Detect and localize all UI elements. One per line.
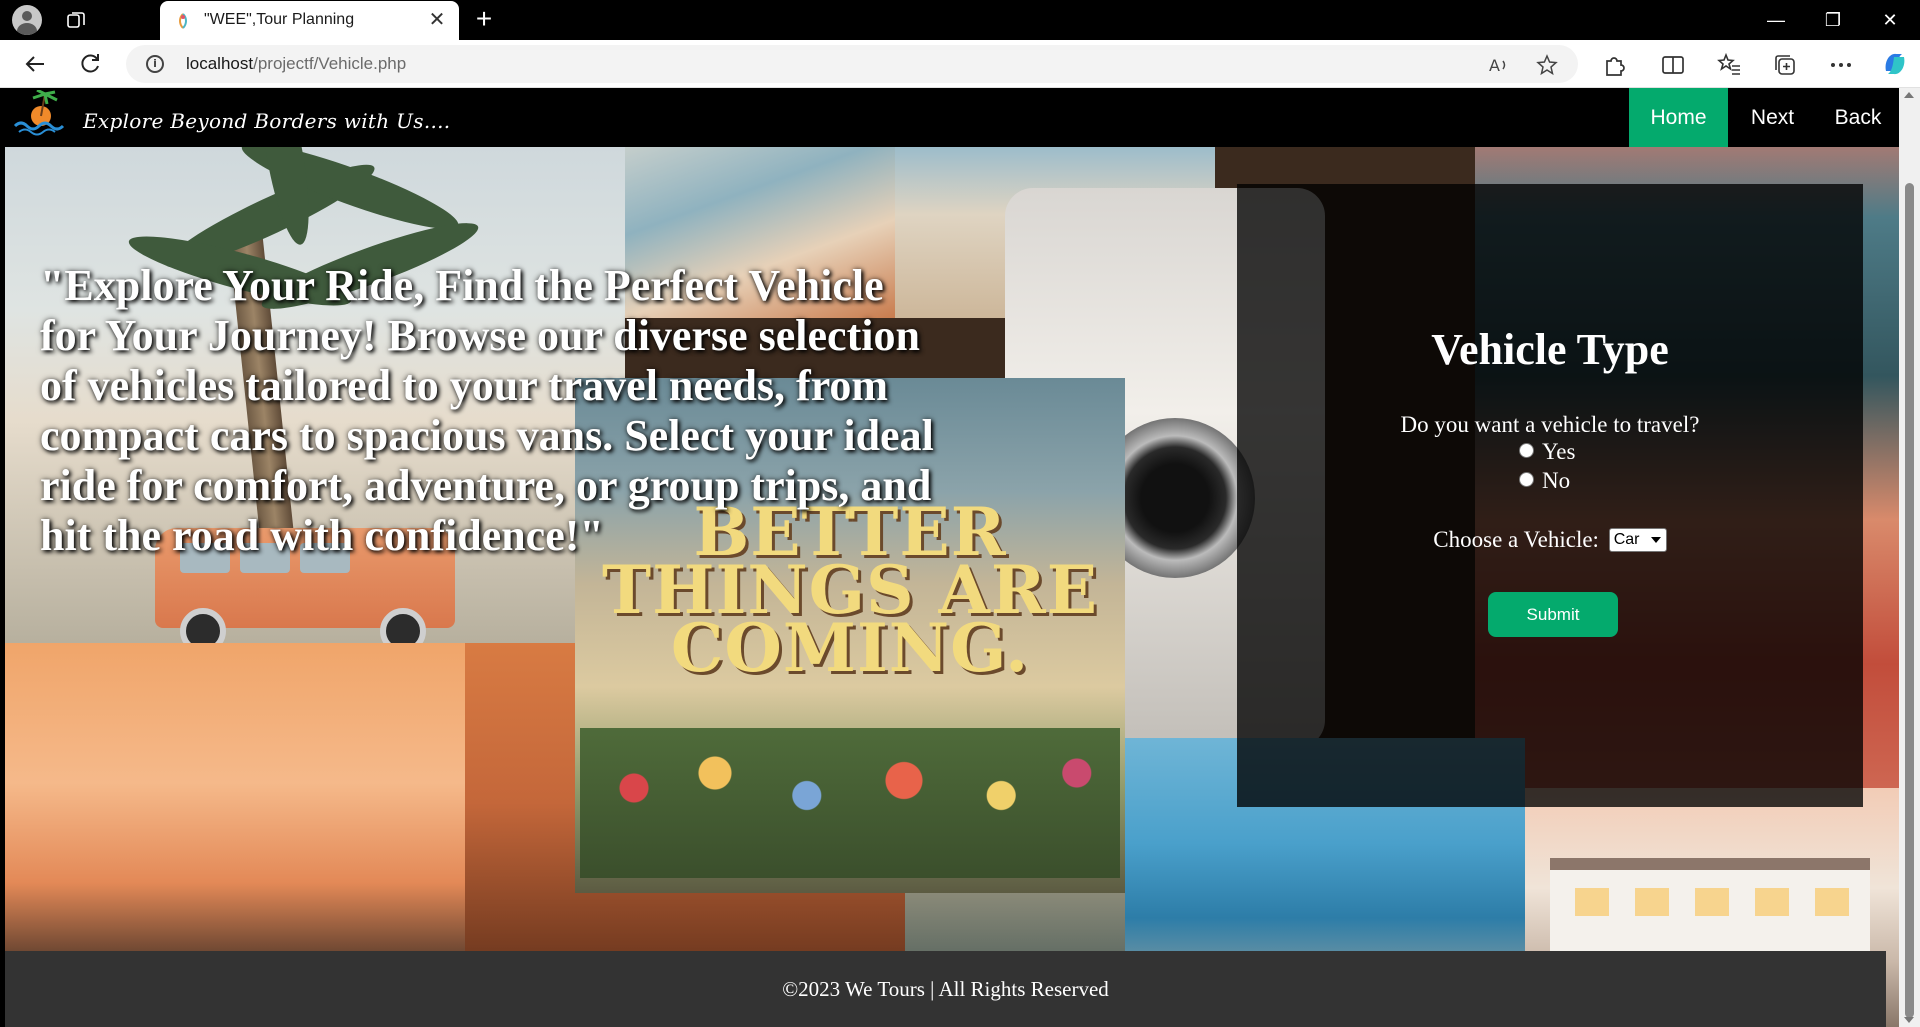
- nav-back-link[interactable]: Back: [1817, 88, 1899, 147]
- radio-yes[interactable]: [1519, 443, 1534, 459]
- restore-icon[interactable]: ❐: [1806, 0, 1860, 40]
- vehicle-form-panel: Vehicle Type Do you want a vehicle to tr…: [1237, 184, 1863, 807]
- extensions-icon[interactable]: [1602, 52, 1628, 78]
- radio-no-label[interactable]: No: [1542, 468, 1570, 493]
- choose-vehicle-label: Choose a Vehicle:: [1433, 527, 1599, 552]
- scroll-down-icon[interactable]: [1904, 1017, 1914, 1023]
- page-favicon-icon: [179, 13, 187, 29]
- radio-no[interactable]: [1519, 472, 1534, 488]
- radio-no-row[interactable]: No: [1519, 468, 1570, 496]
- site-navbar: Explore Beyond Borders with Us.... Home …: [5, 88, 1899, 147]
- svg-text:A: A: [1489, 56, 1500, 75]
- browser-tab-bar: "WEE",Tour Planning ✕ + — ❐ ✕: [0, 0, 1920, 40]
- radio-yes-row[interactable]: Yes: [1519, 439, 1575, 467]
- back-icon[interactable]: [20, 50, 50, 78]
- favorites-icon[interactable]: [1716, 52, 1742, 78]
- url-text[interactable]: localhost/projectf/Vehicle.php: [186, 54, 406, 74]
- browser-toolbar: i localhost/projectf/Vehicle.php A: [0, 40, 1920, 88]
- minimize-icon[interactable]: —: [1749, 0, 1803, 40]
- vehicle-select[interactable]: Car: [1608, 527, 1667, 552]
- read-aloud-icon[interactable]: A: [1488, 54, 1510, 76]
- info-icon[interactable]: i: [146, 55, 164, 73]
- radio-yes-label[interactable]: Yes: [1542, 439, 1575, 464]
- travel-question-label: Do you want a vehicle to travel?: [1400, 412, 1700, 437]
- vehicle-select-value: Car: [1613, 530, 1640, 548]
- choose-vehicle-row: Choose a Vehicle: Car: [1237, 527, 1863, 554]
- profile-icon[interactable]: [12, 5, 42, 35]
- site-footer: ©2023 We Tours | All Rights Reserved: [5, 951, 1886, 1027]
- new-tab-icon[interactable]: +: [468, 4, 500, 36]
- page-viewport: BETTER THINGS ARE COMING. Explore Beyond…: [5, 88, 1899, 1027]
- background-flowers: [580, 728, 1120, 878]
- workspaces-icon[interactable]: [66, 10, 86, 30]
- more-icon[interactable]: [1828, 52, 1854, 78]
- page-scrollbar[interactable]: [1899, 88, 1920, 1027]
- submit-button[interactable]: Submit: [1488, 592, 1618, 637]
- address-bar[interactable]: i localhost/projectf/Vehicle.php A: [126, 45, 1578, 83]
- collections-icon[interactable]: [1772, 52, 1798, 78]
- house-window: [1815, 888, 1849, 916]
- scrollbar-thumb[interactable]: [1905, 183, 1914, 1018]
- tab-active[interactable]: "WEE",Tour Planning ✕: [160, 1, 459, 40]
- favorite-icon[interactable]: [1536, 54, 1558, 76]
- nav-home-link[interactable]: Home: [1629, 88, 1728, 147]
- split-screen-icon[interactable]: [1660, 52, 1686, 78]
- house-window: [1635, 888, 1669, 916]
- scroll-up-icon[interactable]: [1904, 92, 1914, 98]
- copilot-icon[interactable]: [1880, 49, 1910, 79]
- house-window: [1755, 888, 1789, 916]
- hero-text: "Explore Your Ride, Find the Perfect Veh…: [40, 261, 934, 560]
- tab-title: "WEE",Tour Planning: [204, 11, 355, 28]
- refresh-icon[interactable]: [75, 50, 105, 78]
- house-window: [1695, 888, 1729, 916]
- site-logo-icon[interactable]: [11, 90, 67, 138]
- nav-next-link[interactable]: Next: [1728, 88, 1817, 147]
- house-window: [1575, 888, 1609, 916]
- form-title: Vehicle Type: [1431, 325, 1669, 374]
- close-icon[interactable]: ✕: [425, 8, 449, 32]
- site-tagline: Explore Beyond Borders with Us....: [83, 109, 451, 133]
- chevron-down-icon: [1650, 536, 1661, 543]
- window-close-icon[interactable]: ✕: [1863, 0, 1917, 40]
